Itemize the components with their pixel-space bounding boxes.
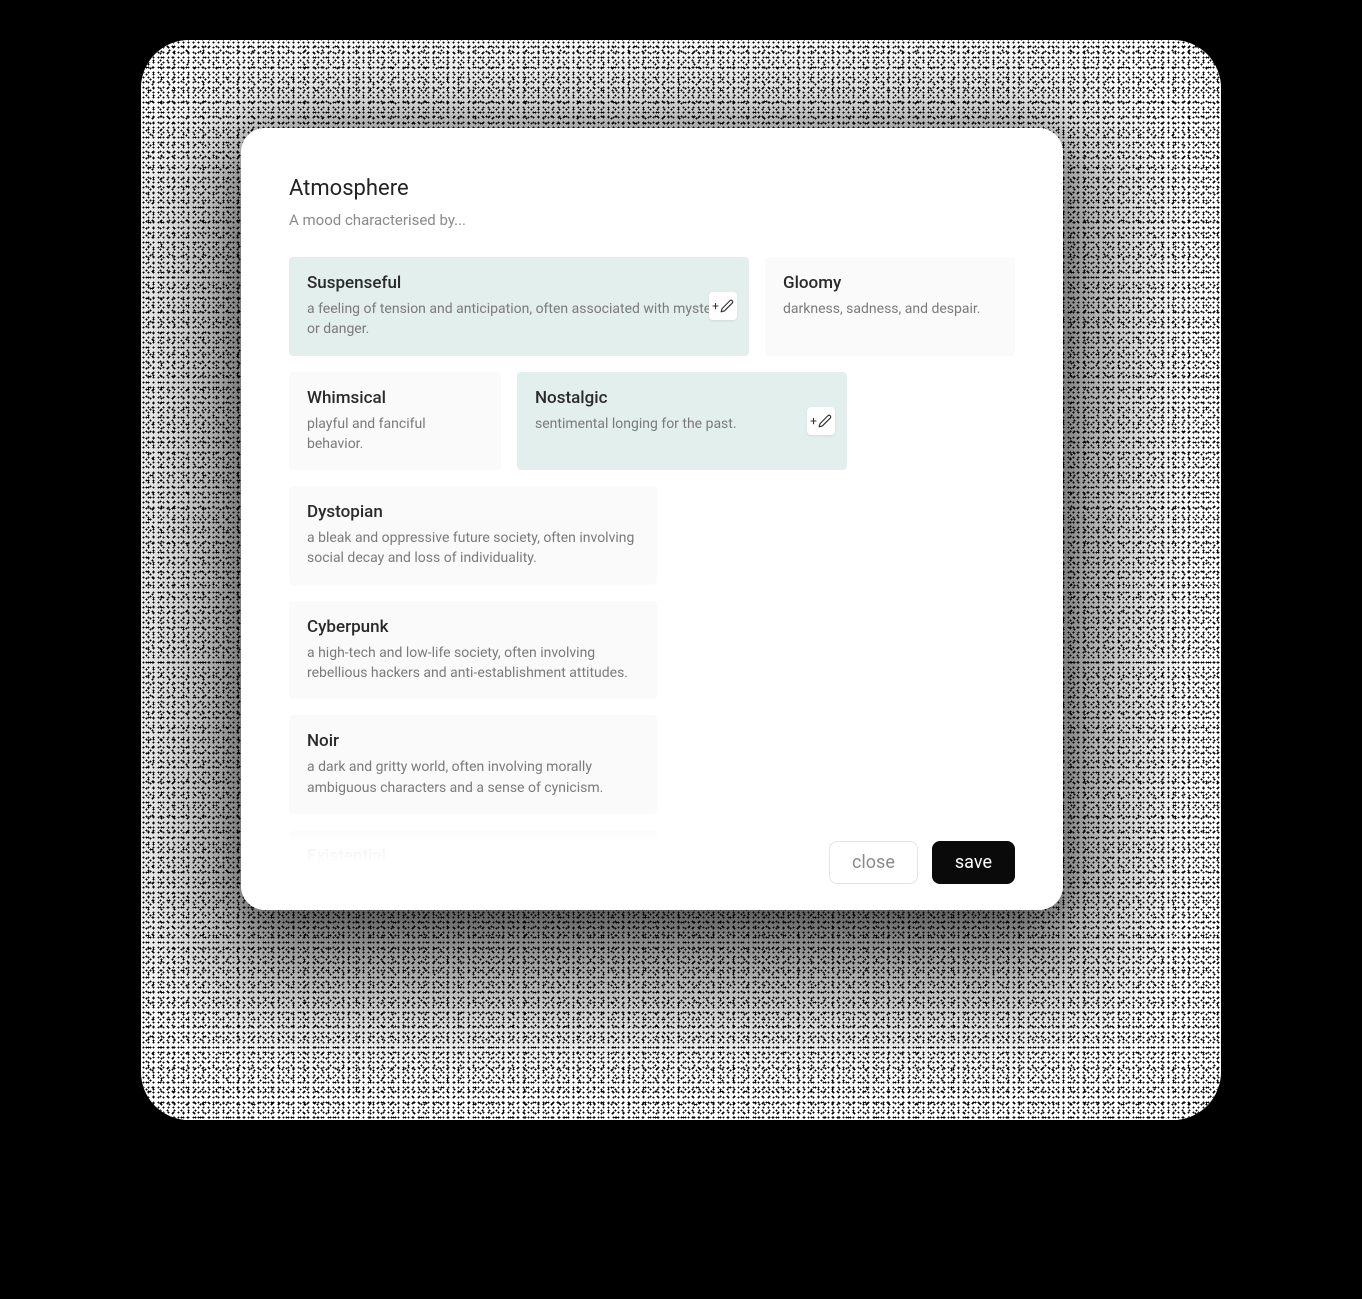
atmosphere-card[interactable]: Dystopian a bleak and oppressive future s… [289,486,657,585]
dialog-footer: close save [241,823,1063,910]
dialog-backdrop: Atmosphere A mood characterised by... Su… [141,40,1221,1120]
card-description: playful and fanciful behavior. [307,414,483,455]
atmosphere-card[interactable]: Whimsical playful and fanciful behavior. [289,372,501,471]
cards-scroll-area[interactable]: Suspenseful a feeling of tension and anti… [289,257,1015,910]
atmosphere-card[interactable]: Cyberpunk a high-tech and low-life societ… [289,601,657,700]
card-title: Dystopian [307,502,639,522]
card-description: darkness, sadness, and despair. [783,299,997,319]
atmosphere-card[interactable]: Noir a dark and gritty world, often invol… [289,715,657,814]
atmosphere-card[interactable]: Gloomy darkness, sadness, and despair. [765,257,1015,356]
dialog-subtitle: A mood characterised by... [289,211,1015,229]
atmosphere-card[interactable]: Suspenseful a feeling of tension and anti… [289,257,749,356]
card-title: Gloomy [783,273,997,293]
card-description: a feeling of tension and anticipation, o… [307,299,731,340]
atmosphere-dialog: Atmosphere A mood characterised by... Su… [241,128,1063,910]
add-edit-icon[interactable]: + [807,407,835,435]
card-description: a dark and gritty world, often involving… [307,757,639,798]
close-button[interactable]: close [829,841,918,884]
card-title: Suspenseful [307,273,731,293]
atmosphere-card[interactable]: Nostalgic sentimental longing for the pas… [517,372,847,471]
card-title: Whimsical [307,388,483,408]
card-description: sentimental longing for the past. [535,414,829,434]
save-button[interactable]: save [932,841,1015,884]
card-title: Nostalgic [535,388,829,408]
add-edit-icon[interactable]: + [709,292,737,320]
card-description: a high-tech and low-life society, often … [307,643,639,684]
card-title: Noir [307,731,639,751]
cards-container: Suspenseful a feeling of tension and anti… [289,257,1015,910]
card-description: a bleak and oppressive future society, o… [307,528,639,569]
dialog-title: Atmosphere [289,176,1015,201]
card-title: Cyberpunk [307,617,639,637]
